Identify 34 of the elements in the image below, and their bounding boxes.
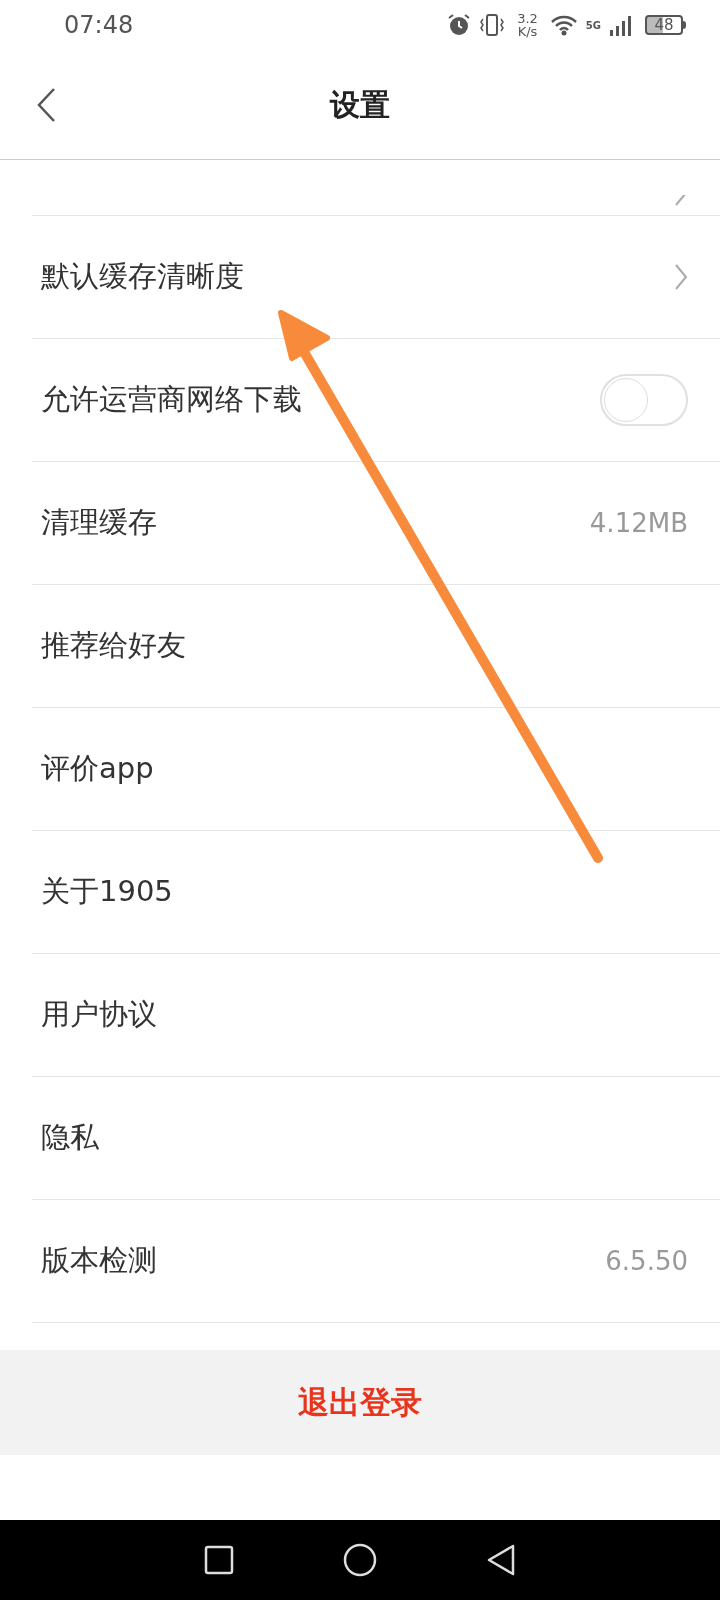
back-icon[interactable]: [485, 1544, 516, 1576]
row-label: 允许运营商网络下载: [41, 381, 302, 419]
row-label: 版本检测: [41, 1242, 157, 1280]
status-time: 07:48: [64, 10, 134, 41]
row-label: 隐私: [41, 1119, 99, 1157]
alarm-icon: [447, 13, 472, 37]
settings-row[interactable]: 用户协议: [32, 954, 720, 1077]
page-title: 设置: [330, 86, 390, 124]
logout-button[interactable]: 退出登录: [298, 1379, 422, 1426]
row-label: 默认缓存清晰度: [41, 258, 244, 296]
settings-row[interactable]: 评价app: [32, 708, 720, 831]
row-value: 4.12MB: [589, 506, 688, 540]
settings-row[interactable]: 版本检测 6.5.50: [32, 1200, 720, 1323]
settings-row[interactable]: 隐私: [32, 1077, 720, 1200]
row-label: 用户协议: [41, 996, 157, 1034]
network-type: 5G: [585, 19, 601, 33]
chevron-icon: [674, 263, 688, 291]
row-label: 评价app: [41, 750, 154, 788]
speed-unit: K/s: [517, 25, 538, 38]
settings-row[interactable]: 关于1905: [32, 831, 720, 954]
vibrate-icon: [479, 13, 506, 37]
row-label: 推荐给好友: [41, 627, 186, 665]
row-label: 清理缓存: [41, 504, 157, 542]
wifi-icon: [549, 14, 578, 36]
settings-row[interactable]: 清理缓存 4.12MB: [32, 462, 720, 585]
toggle-switch[interactable]: [600, 374, 688, 426]
row-value: 6.5.50: [605, 1244, 688, 1278]
recent-apps-icon[interactable]: [204, 1545, 235, 1575]
row-label: 关于1905: [41, 873, 173, 911]
signal-icon: [609, 14, 633, 36]
settings-row[interactable]: 推荐给好友: [32, 585, 720, 708]
speed-value: 3.2: [517, 12, 538, 25]
battery-icon: 48: [645, 15, 683, 35]
home-icon[interactable]: [343, 1543, 377, 1577]
